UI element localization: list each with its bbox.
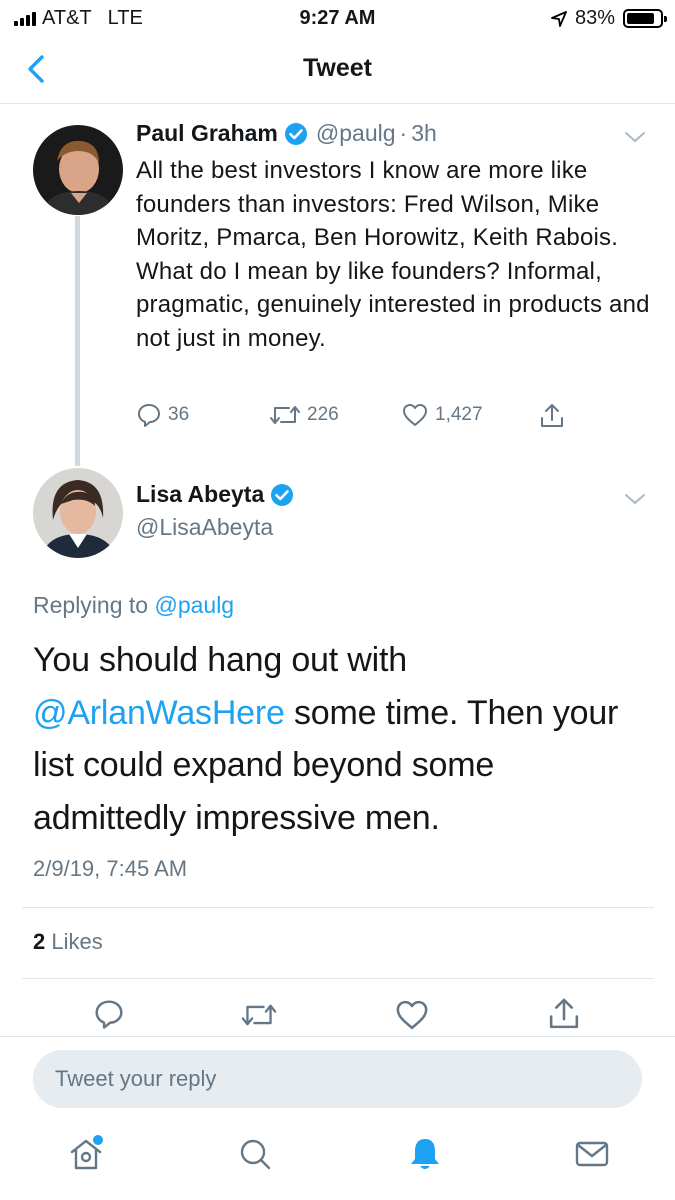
tab-messages[interactable] — [572, 1134, 612, 1179]
reply-input[interactable] — [33, 1050, 642, 1108]
reply-author-name[interactable]: Lisa Abeyta — [136, 481, 264, 508]
retweet-count: 226 — [307, 404, 339, 425]
page-title: Tweet — [303, 54, 372, 82]
chevron-down-icon[interactable] — [624, 130, 646, 144]
reply-icon[interactable] — [93, 998, 125, 1030]
likes-count: 2 — [33, 929, 46, 954]
likes-summary[interactable]: 2 Likes — [33, 929, 103, 955]
reply-tweet-actions — [0, 996, 675, 1036]
replying-to: Replying to @paulg — [33, 592, 234, 619]
reply-tweet-text: You should hang out with @ArlanWasHere s… — [33, 634, 643, 844]
chevron-down-icon[interactable] — [624, 492, 646, 506]
tab-bar — [0, 1122, 675, 1200]
heart-icon — [403, 404, 427, 426]
reply-tweet-header: Lisa Abeyta — [136, 481, 294, 508]
battery-icon — [623, 9, 667, 28]
status-right: 83% — [551, 7, 667, 30]
divider — [22, 978, 654, 979]
reply-compose-bar — [0, 1036, 675, 1122]
tweet-age: 3h — [411, 120, 437, 146]
parent-tweet-text: All the best investors I know are more l… — [136, 157, 650, 352]
replying-to-mention[interactable]: @paulg — [154, 592, 234, 618]
tab-home[interactable] — [66, 1134, 106, 1179]
verified-badge-icon — [284, 122, 307, 145]
share-icon — [541, 404, 563, 427]
replying-prefix: Replying to — [33, 592, 149, 618]
battery-percent: 83% — [574, 7, 615, 29]
thread-line — [75, 216, 80, 466]
reply-text-before: You should hang out with — [33, 641, 407, 679]
mention-link[interactable]: @ArlanWasHere — [33, 694, 285, 732]
share-icon[interactable] — [546, 996, 582, 1032]
retweet-icon[interactable] — [240, 1000, 278, 1030]
reply-button[interactable]: 36 — [136, 402, 189, 428]
avatar-lisa-abeyta[interactable] — [33, 468, 123, 558]
messages-icon — [575, 1141, 609, 1167]
parent-tweet-actions: 36 226 1,427 — [136, 402, 576, 436]
search-icon — [240, 1139, 271, 1170]
share-button[interactable] — [538, 402, 566, 430]
like-button[interactable]: 1,427 — [401, 402, 483, 428]
nav-bar: Tweet — [0, 36, 675, 104]
reply-count: 36 — [168, 404, 190, 425]
avatar-paul-graham[interactable] — [33, 125, 123, 215]
notifications-icon — [411, 1139, 439, 1169]
retweet-button[interactable]: 226 — [269, 402, 339, 428]
tab-search[interactable] — [235, 1134, 275, 1179]
like-count: 1,427 — [435, 404, 483, 425]
verified-badge-icon — [271, 483, 294, 506]
retweet-icon — [270, 406, 300, 424]
tweet-timestamp: 2/9/19, 7:45 AM — [33, 856, 188, 881]
author-name[interactable]: Paul Graham — [136, 120, 278, 147]
status-bar: AT&T LTE 9:27 AM 83% — [0, 0, 675, 36]
likes-label: Likes — [51, 929, 103, 954]
separator: · — [399, 120, 408, 146]
heart-icon[interactable] — [394, 998, 430, 1032]
tab-notifications[interactable] — [405, 1134, 445, 1179]
divider — [22, 907, 654, 908]
parent-tweet-header: Paul Graham @paulg · 3h — [136, 120, 437, 147]
new-content-dot — [93, 1135, 103, 1145]
author-handle[interactable]: @paulg — [316, 120, 396, 147]
reply-icon — [138, 404, 160, 427]
reply-author-handle[interactable]: @LisaAbeyta — [136, 514, 273, 541]
location-icon — [551, 10, 567, 27]
